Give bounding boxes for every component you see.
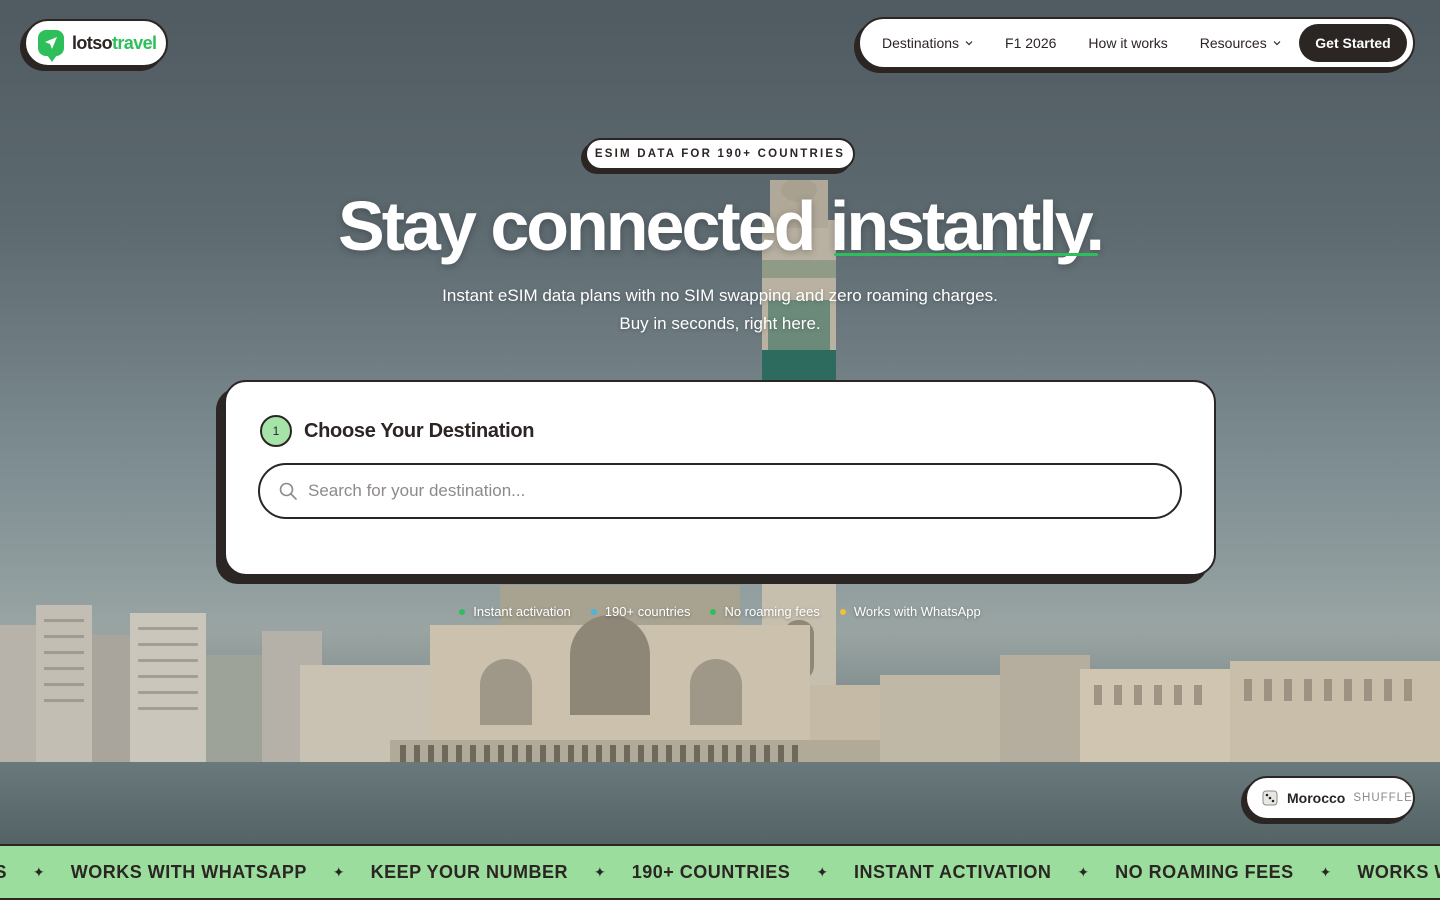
blue-dot-icon xyxy=(590,608,597,615)
marquee-track: ES ✦ WORKS WITH WHATSAPP ✦ KEEP YOUR NUM… xyxy=(0,846,1440,898)
feature-label: Works with WhatsApp xyxy=(853,604,981,619)
marquee-item: NO ROAMING FEES xyxy=(1115,861,1294,882)
headline-part2: instantly. xyxy=(829,187,1105,265)
nav-resources-label: Resources xyxy=(1199,35,1267,51)
hero-badge: ESIM DATA FOR 190+ COUNTRIES xyxy=(585,138,855,170)
feature-marquee: ES ✦ WORKS WITH WHATSAPP ✦ KEEP YOUR NUM… xyxy=(0,844,1440,900)
feature-works-with-whatsapp: Works with WhatsApp xyxy=(839,604,981,619)
nav-f1-2026[interactable]: F1 2026 xyxy=(1005,35,1056,51)
main-nav: Destinations F1 2026 How it works Resour… xyxy=(858,17,1415,69)
marquee-item: ES xyxy=(0,862,7,883)
hero-subline-2: Buy in seconds, right here. xyxy=(619,314,821,333)
destination-search-field[interactable] xyxy=(258,463,1182,519)
marquee-item: WORKS WITH W xyxy=(1357,861,1440,882)
sparkle-icon: ✦ xyxy=(33,863,45,880)
dice-icon xyxy=(1262,790,1278,806)
marquee-item: WORKS WITH WHATSAPP xyxy=(70,861,307,882)
chevron-down-icon xyxy=(965,41,973,46)
chevron-down-icon xyxy=(1273,41,1281,46)
destination-search-input[interactable] xyxy=(308,481,1148,501)
feature-190-countries: 190+ countries xyxy=(590,604,691,619)
get-started-button[interactable]: Get Started xyxy=(1299,24,1407,62)
city-buildings-right xyxy=(880,655,1440,765)
sparkle-icon: ✦ xyxy=(816,863,829,880)
nav-how-it-works[interactable]: How it works xyxy=(1088,35,1167,51)
nav-resources[interactable]: Resources xyxy=(1200,35,1281,51)
hero-headline: Stay connected instantly. xyxy=(0,186,1440,266)
feature-no-roaming-fees: No roaming fees xyxy=(710,604,820,619)
feature-label: 190+ countries xyxy=(604,604,691,619)
shuffle-destination-button[interactable]: Morocco SHUFFLE xyxy=(1245,776,1415,820)
hero-subline-1: Instant eSIM data plans with no SIM swap… xyxy=(442,286,998,305)
airplane-icon xyxy=(38,30,64,62)
shuffle-label: SHUFFLE xyxy=(1353,792,1413,804)
sea xyxy=(0,762,1440,852)
nav-destinations-label: Destinations xyxy=(882,35,960,51)
brand-logo[interactable]: lotsotravel xyxy=(24,19,168,67)
green-dot-icon xyxy=(459,608,466,615)
feature-label: No roaming fees xyxy=(724,604,820,619)
green-dot-icon xyxy=(710,608,717,615)
card-title: Choose Your Destination xyxy=(304,420,535,442)
headline-part1: Stay connected xyxy=(338,187,816,265)
sparkle-icon: ✦ xyxy=(1319,863,1332,880)
step-number-badge: 1 xyxy=(260,415,292,447)
sparkle-icon: ✦ xyxy=(332,863,345,880)
feature-label: Instant activation xyxy=(473,604,571,619)
brand-name: lotsotravel xyxy=(72,32,157,53)
search-icon xyxy=(279,482,297,500)
nav-f1-2026-label: F1 2026 xyxy=(1005,35,1057,51)
shuffle-country: Morocco xyxy=(1287,790,1346,806)
sparkle-icon: ✦ xyxy=(1077,863,1090,880)
marquee-item: KEEP YOUR NUMBER xyxy=(370,861,569,882)
feature-list: Instant activation 190+ countries No roa… xyxy=(0,604,1440,619)
marquee-item: 190+ COUNTRIES xyxy=(631,861,791,882)
nav-destinations[interactable]: Destinations xyxy=(882,35,973,51)
destination-search-card: 1 Choose Your Destination xyxy=(224,380,1216,576)
yellow-dot-icon xyxy=(839,608,846,615)
nav-how-it-works-label: How it works xyxy=(1088,35,1168,51)
city-buildings-left xyxy=(0,605,430,765)
sparkle-icon: ✦ xyxy=(594,863,606,880)
marquee-item: INSTANT ACTIVATION xyxy=(854,861,1052,882)
feature-instant-activation: Instant activation xyxy=(459,604,571,619)
